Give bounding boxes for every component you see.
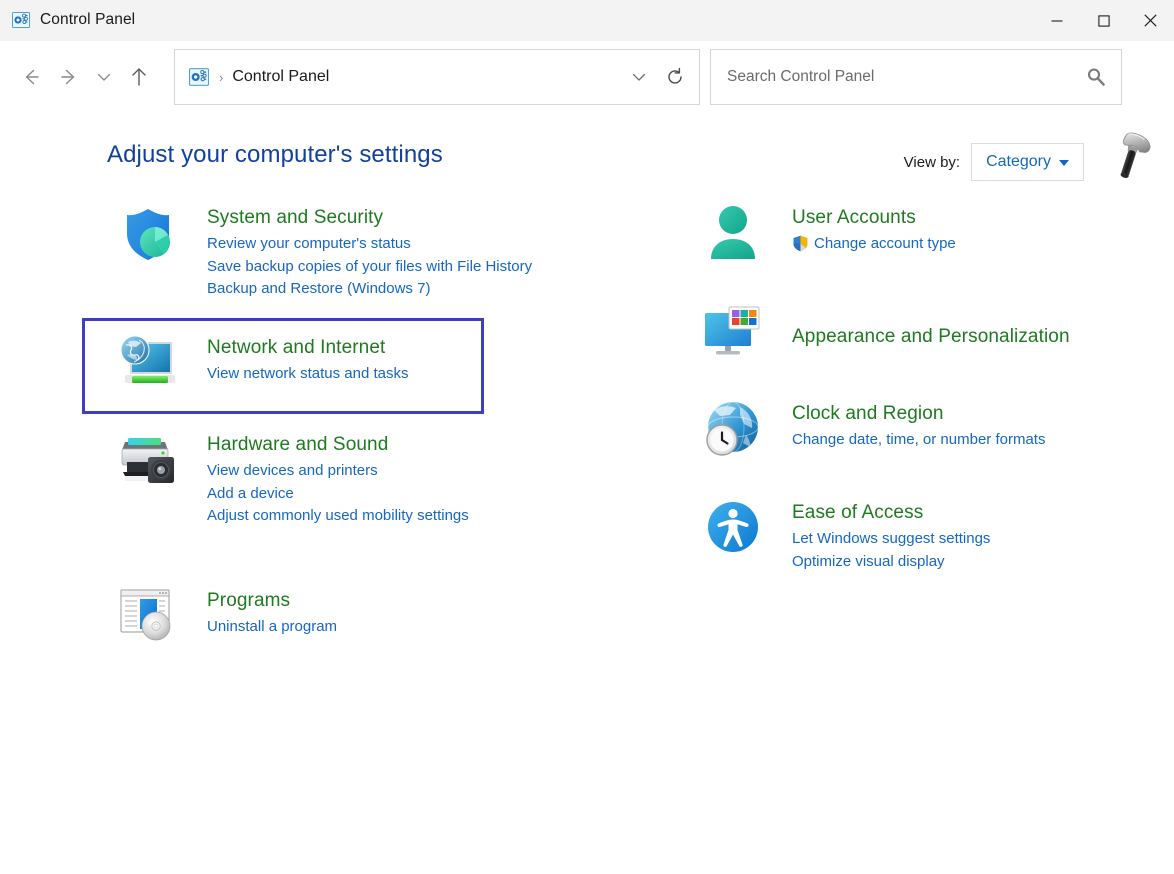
category-user-accounts[interactable]: User Accounts Change account type xyxy=(692,196,1172,280)
control-panel-icon xyxy=(189,67,209,87)
arrow-left-icon xyxy=(25,69,39,85)
search-icon[interactable] xyxy=(1085,66,1107,88)
link-backup-and-restore[interactable]: Backup and Restore (Windows 7) xyxy=(207,279,532,299)
minimize-button[interactable] xyxy=(1033,0,1080,41)
link-adjust-mobility-settings[interactable]: Adjust commonly used mobility settings xyxy=(207,506,469,526)
view-by-dropdown[interactable]: Category xyxy=(971,143,1084,181)
category-hardware-and-sound[interactable]: Hardware and Sound View devices and prin… xyxy=(107,423,587,539)
category-body: System and Security Review your computer… xyxy=(207,203,532,299)
category-links: View devices and printers Add a device A… xyxy=(207,461,469,526)
category-links: Let Windows suggest settings Optimize vi… xyxy=(792,529,990,572)
category-title[interactable]: Programs xyxy=(207,589,290,613)
title-bar: Control Panel xyxy=(0,0,1174,41)
right-category-column: User Accounts Change account type Appear… xyxy=(692,196,1172,663)
link-change-date-time-number-formats[interactable]: Change date, time, or number formats xyxy=(792,430,1045,450)
network-globe-monitor-icon xyxy=(116,333,180,397)
window-title: Control Panel xyxy=(40,11,136,28)
uac-shield-icon xyxy=(792,235,809,252)
link-review-your-computers-status[interactable]: Review your computer's status xyxy=(207,234,532,254)
category-ease-of-access[interactable]: Ease of Access Let Windows suggest setti… xyxy=(692,491,1172,584)
category-links: Review your computer's status Save backu… xyxy=(207,234,532,299)
control-panel-content: Adjust your computer's settings View by:… xyxy=(0,113,1174,874)
category-title[interactable]: Clock and Region xyxy=(792,402,944,426)
category-body: Clock and Region Change date, time, or n… xyxy=(792,399,1045,450)
back-button[interactable] xyxy=(12,58,50,96)
hammer-icon xyxy=(1106,129,1160,183)
category-title[interactable]: Ease of Access xyxy=(792,501,923,525)
close-button[interactable] xyxy=(1127,0,1174,41)
category-programs[interactable]: Programs Uninstall a program xyxy=(107,579,587,663)
category-title[interactable]: System and Security xyxy=(207,206,383,230)
up-button[interactable] xyxy=(120,58,158,96)
category-body: Programs Uninstall a program xyxy=(207,586,337,637)
search-input[interactable] xyxy=(727,68,1085,86)
maximize-button[interactable] xyxy=(1080,0,1127,41)
category-title[interactable]: Hardware and Sound xyxy=(207,433,388,457)
printer-speaker-icon xyxy=(116,430,180,494)
link-uninstall-a-program[interactable]: Uninstall a program xyxy=(207,617,337,637)
category-columns: System and Security Review your computer… xyxy=(0,196,1174,663)
address-bar[interactable]: › Control Panel xyxy=(174,49,700,105)
breadcrumb-control-panel[interactable]: Control Panel xyxy=(232,68,621,86)
category-body: Network and Internet View network status… xyxy=(207,333,409,384)
category-links: Change date, time, or number formats xyxy=(792,430,1045,450)
link-save-backup-copies[interactable]: Save backup copies of your files with Fi… xyxy=(207,257,532,277)
category-network-and-internet[interactable]: Network and Internet View network status… xyxy=(82,318,484,415)
address-dropdown-button[interactable] xyxy=(621,59,657,95)
link-view-devices-and-printers[interactable]: View devices and printers xyxy=(207,461,469,481)
accessibility-icon xyxy=(701,498,765,562)
programs-disc-icon xyxy=(116,586,180,650)
breadcrumb-separator: › xyxy=(219,69,224,85)
link-optimize-visual-display[interactable]: Optimize visual display xyxy=(792,552,990,572)
refresh-icon xyxy=(668,67,682,84)
chevron-down-icon xyxy=(1059,160,1069,166)
left-category-column: System and Security Review your computer… xyxy=(82,196,587,663)
forward-button[interactable] xyxy=(50,58,88,96)
category-title[interactable]: Appearance and Personalization xyxy=(792,325,1070,349)
recent-locations-button[interactable] xyxy=(88,58,120,96)
page-title: Adjust your computer's settings xyxy=(107,141,443,168)
user-person-icon xyxy=(701,203,765,267)
link-add-a-device[interactable]: Add a device xyxy=(207,484,469,504)
view-by-value: Category xyxy=(986,153,1051,170)
link-view-network-status-and-tasks[interactable]: View network status and tasks xyxy=(207,364,409,384)
monitor-colors-icon xyxy=(701,303,765,367)
category-body: Appearance and Personalization xyxy=(792,322,1070,349)
globe-clock-icon xyxy=(701,399,765,463)
control-panel-icon xyxy=(12,11,30,29)
refresh-button[interactable] xyxy=(657,59,693,95)
chevron-down-icon xyxy=(97,73,111,81)
category-clock-and-region[interactable]: Clock and Region Change date, time, or n… xyxy=(692,392,1172,476)
chevron-down-icon xyxy=(632,73,646,81)
shield-icon xyxy=(116,203,180,267)
category-links: View network status and tasks xyxy=(207,364,409,384)
view-by-label: View by: xyxy=(903,153,961,171)
arrow-right-icon xyxy=(61,69,75,85)
category-links: Change account type xyxy=(792,234,956,254)
navigation-toolbar: › Control Panel xyxy=(0,41,1174,113)
category-body: Ease of Access Let Windows suggest setti… xyxy=(792,498,990,571)
link-let-windows-suggest-settings[interactable]: Let Windows suggest settings xyxy=(792,529,990,549)
category-system-and-security[interactable]: System and Security Review your computer… xyxy=(107,196,587,312)
category-appearance-and-personalization[interactable]: Appearance and Personalization xyxy=(692,296,1172,380)
category-title[interactable]: Network and Internet xyxy=(207,336,385,360)
link-change-account-type-row[interactable]: Change account type xyxy=(792,234,956,254)
view-by-area: View by: Category xyxy=(903,132,1160,183)
category-body: User Accounts Change account type xyxy=(792,203,956,254)
search-control-panel-box[interactable] xyxy=(710,49,1122,105)
link-change-account-type: Change account type xyxy=(814,234,956,252)
category-links: Uninstall a program xyxy=(207,617,337,637)
arrow-up-icon xyxy=(132,68,146,86)
window-controls xyxy=(1033,0,1174,41)
category-body: Hardware and Sound View devices and prin… xyxy=(207,430,469,526)
category-title[interactable]: User Accounts xyxy=(792,206,916,230)
